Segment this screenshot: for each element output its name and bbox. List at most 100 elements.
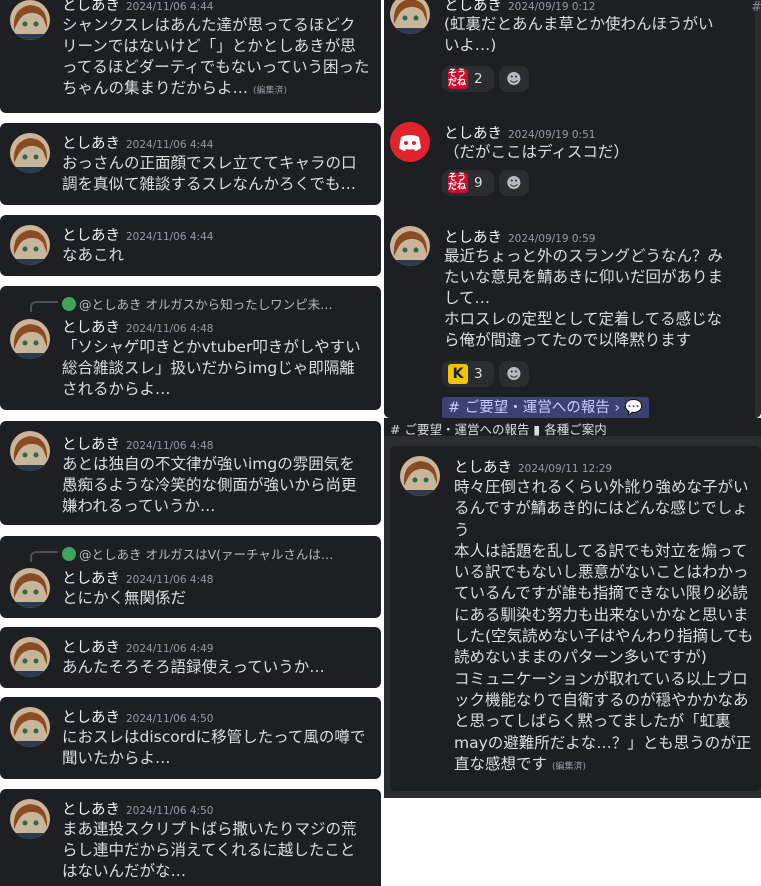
reaction-count: 2 <box>474 71 483 87</box>
message-text: シャンクスレはあんた達が思ってるほどクリーンではないけど「」とかとしあきが思って… <box>62 16 370 97</box>
reply-text: @としあき オルガスはV(ァーチャルさんは… <box>79 547 334 562</box>
souda-emoji: そう だね <box>448 173 468 193</box>
message-body: あとは独自の不文律が強いimgの雰囲気を愚痴るような冷笑的な側面が強いから尚更嫌… <box>62 455 357 515</box>
reply-avatar <box>62 547 76 561</box>
speech-bubble-icon: 💬 <box>624 400 643 416</box>
message-header: としあき 2024/11/06 4:48 <box>62 567 213 588</box>
author-name[interactable]: としあき <box>62 228 120 244</box>
edited-label: (編集済) <box>252 86 287 96</box>
author-name[interactable]: としあき <box>444 230 502 246</box>
message-body: とにかく無関係だ <box>62 589 187 607</box>
reaction-chip[interactable]: K 3 <box>442 361 494 387</box>
message-card-left-6: @としあき オルガスはV(ァーチャルさんは… としあき 2024/11/06 4:… <box>0 536 381 618</box>
message-body: シャンクスレはあんた達が思ってるほどクリーンではないけど「」とかとしあきが思って… <box>62 15 370 102</box>
message-body: 「ソシャゲ叩きとかvtuber叩きがしやすい総合雑談スレ」扱いだからimgじゃ即… <box>62 338 361 398</box>
reply-text: @としあき オルガスから知ったしワンピ未… <box>79 297 333 312</box>
message-card-right-bottom: としあき 2024/09/11 12:29 時々圧倒されるくらい外訛り強めな子がい… <box>390 446 761 791</box>
add-reaction-button[interactable]: ☻ <box>499 361 529 387</box>
timestamp: 2024/09/19 0:12 <box>508 1 596 13</box>
reply-avatar <box>62 297 76 311</box>
message-body: 最近ちょっと外のスラングどうなん？みたいな意見を鯖あきに仰いだ回がありまして… … <box>444 247 724 349</box>
reaction-count: 3 <box>474 366 483 382</box>
message-header: としあき 2024/09/11 12:29 <box>454 456 612 477</box>
timestamp: 2024/11/06 4:44 <box>126 1 214 13</box>
timestamp: 2024/09/19 0:59 <box>508 233 596 245</box>
avatar[interactable] <box>390 122 430 162</box>
author-name[interactable]: としあき <box>444 0 502 14</box>
message-header: としあき 2024/11/06 4:44 <box>62 0 213 15</box>
add-reaction-button[interactable]: ☻ <box>499 170 529 196</box>
author-name[interactable]: としあき <box>62 136 120 152</box>
avatar[interactable] <box>10 799 50 839</box>
message-card-left-7: としあき 2024/11/06 4:49 あんたそろそろ語録使えっていうか… <box>0 627 381 688</box>
message-card-left-4: @としあき オルガスから知ったしワンピ未… としあき 2024/11/06 4:4… <box>0 286 381 410</box>
timestamp: 2024/09/11 12:29 <box>518 463 613 475</box>
right-top-panel: # としあき 2024/09/19 0:12 (虹裏だとあんま草とか使わんほうがい… <box>384 0 761 418</box>
reply-connector <box>30 551 58 562</box>
author-name[interactable]: としあき <box>62 571 120 587</box>
message-header: としあき 2024/11/06 4:50 <box>62 798 213 819</box>
reaction-chip[interactable]: そう だね 2 <box>442 66 494 92</box>
avatar[interactable] <box>10 225 50 265</box>
channel-strip-text: # ご要望・運営への報告 ▮ 各種ご案内 <box>390 422 607 436</box>
scrollbar-track[interactable] <box>755 0 761 418</box>
message-header: としあき 2024/11/06 4:44 <box>62 224 213 245</box>
message-body: まあ連投スクリプトばら撒いたりマジの荒らし連中だから消えてくれるに越したことはな… <box>62 820 357 880</box>
message-header: としあき 2024/09/19 0:12 <box>444 0 595 15</box>
avatar[interactable] <box>390 226 430 266</box>
reply-preview[interactable]: @としあき オルガスはV(ァーチャルさんは… <box>62 544 333 563</box>
author-name[interactable]: としあき <box>62 320 120 336</box>
author-name[interactable]: としあき <box>62 802 120 818</box>
timestamp: 2024/11/06 4:50 <box>126 805 214 817</box>
reaction-count: 9 <box>474 175 483 191</box>
timestamp: 2024/11/06 4:48 <box>126 574 214 586</box>
avatar[interactable] <box>10 0 50 40</box>
message-card-left-8: としあき 2024/11/06 4:50 におスレはdiscordに移管したって風… <box>0 697 381 779</box>
avatar[interactable] <box>400 456 440 496</box>
message-header: としあき 2024/11/06 4:48 <box>62 316 213 337</box>
message-card-left-2: としあき 2024/11/06 4:44 おっさんの正面顔でスレ立ててキャラの口調… <box>0 123 381 205</box>
message-card-left-1: としあき 2024/11/06 4:44 シャンクスレはあんた達が思ってるほどクリ… <box>0 0 381 113</box>
author-name[interactable]: としあき <box>454 460 512 476</box>
message-body: あんたそろそろ語録使えっていうか… <box>62 658 325 676</box>
channel-hash-icon: # <box>751 0 761 15</box>
emoji-text: そう だね <box>448 173 467 192</box>
avatar[interactable] <box>10 568 50 608</box>
avatar[interactable] <box>10 707 50 747</box>
avatar[interactable] <box>10 133 50 173</box>
souda-emoji: そう だね <box>448 69 468 89</box>
message-body: おっさんの正面顔でスレ立ててキャラの口調を真似て雑談するスレなんかろくでも… <box>62 154 357 193</box>
timestamp: 2024/09/19 0:51 <box>508 129 596 141</box>
timestamp: 2024/11/06 4:50 <box>126 713 214 725</box>
avatar[interactable] <box>10 319 50 359</box>
avatar[interactable] <box>10 431 50 471</box>
author-name[interactable]: としあき <box>62 0 120 14</box>
author-name[interactable]: としあき <box>444 126 502 142</box>
timestamp: 2024/11/06 4:44 <box>126 139 214 151</box>
right-bottom-panel: としあき 2024/09/11 12:29 時々圧倒されるくらい外訛り強めな子がい… <box>384 436 761 798</box>
message-header: としあき 2024/11/06 4:44 <box>62 132 213 153</box>
avatar[interactable] <box>390 0 430 34</box>
message-header: としあき 2024/09/19 0:51 <box>444 122 595 143</box>
edited-label: (編集済) <box>551 761 586 772</box>
channel-strip[interactable]: # ご要望・運営への報告 ▮ 各種ご案内 <box>384 418 761 436</box>
timestamp: 2024/11/06 4:49 <box>126 643 214 655</box>
message-header: としあき 2024/11/06 4:50 <box>62 706 213 727</box>
add-reaction-button[interactable]: ☻ <box>499 66 529 92</box>
message-header: としあき 2024/11/06 4:48 <box>62 433 213 454</box>
message-header: としあき 2024/09/19 0:59 <box>444 226 595 247</box>
author-name[interactable]: としあき <box>62 710 120 726</box>
discord-logo-icon <box>390 122 430 162</box>
message-card-left-5: としあき 2024/11/06 4:48 あとは独自の不文律が強いimgの雰囲気を… <box>0 421 381 525</box>
message-body: なあこれ <box>62 246 125 264</box>
channel-mention-text: # ご要望・運営への報告 › <box>448 400 621 416</box>
author-name[interactable]: としあき <box>62 437 120 453</box>
author-name[interactable]: としあき <box>62 640 120 656</box>
reaction-chip[interactable]: そう だね 9 <box>442 170 494 196</box>
channel-mention-link[interactable]: # ご要望・運営への報告 › 💬 <box>442 397 649 418</box>
timestamp: 2024/11/06 4:48 <box>126 323 214 335</box>
message-card-left-3: としあき 2024/11/06 4:44 なあこれ <box>0 215 381 276</box>
reply-preview[interactable]: @としあき オルガスから知ったしワンピ未… <box>62 294 333 313</box>
avatar[interactable] <box>10 637 50 677</box>
message-text: 時々圧倒されるくらい外訛り強めな子がいるんですが鯖あき的にはどんな感じでしょう … <box>454 478 754 773</box>
